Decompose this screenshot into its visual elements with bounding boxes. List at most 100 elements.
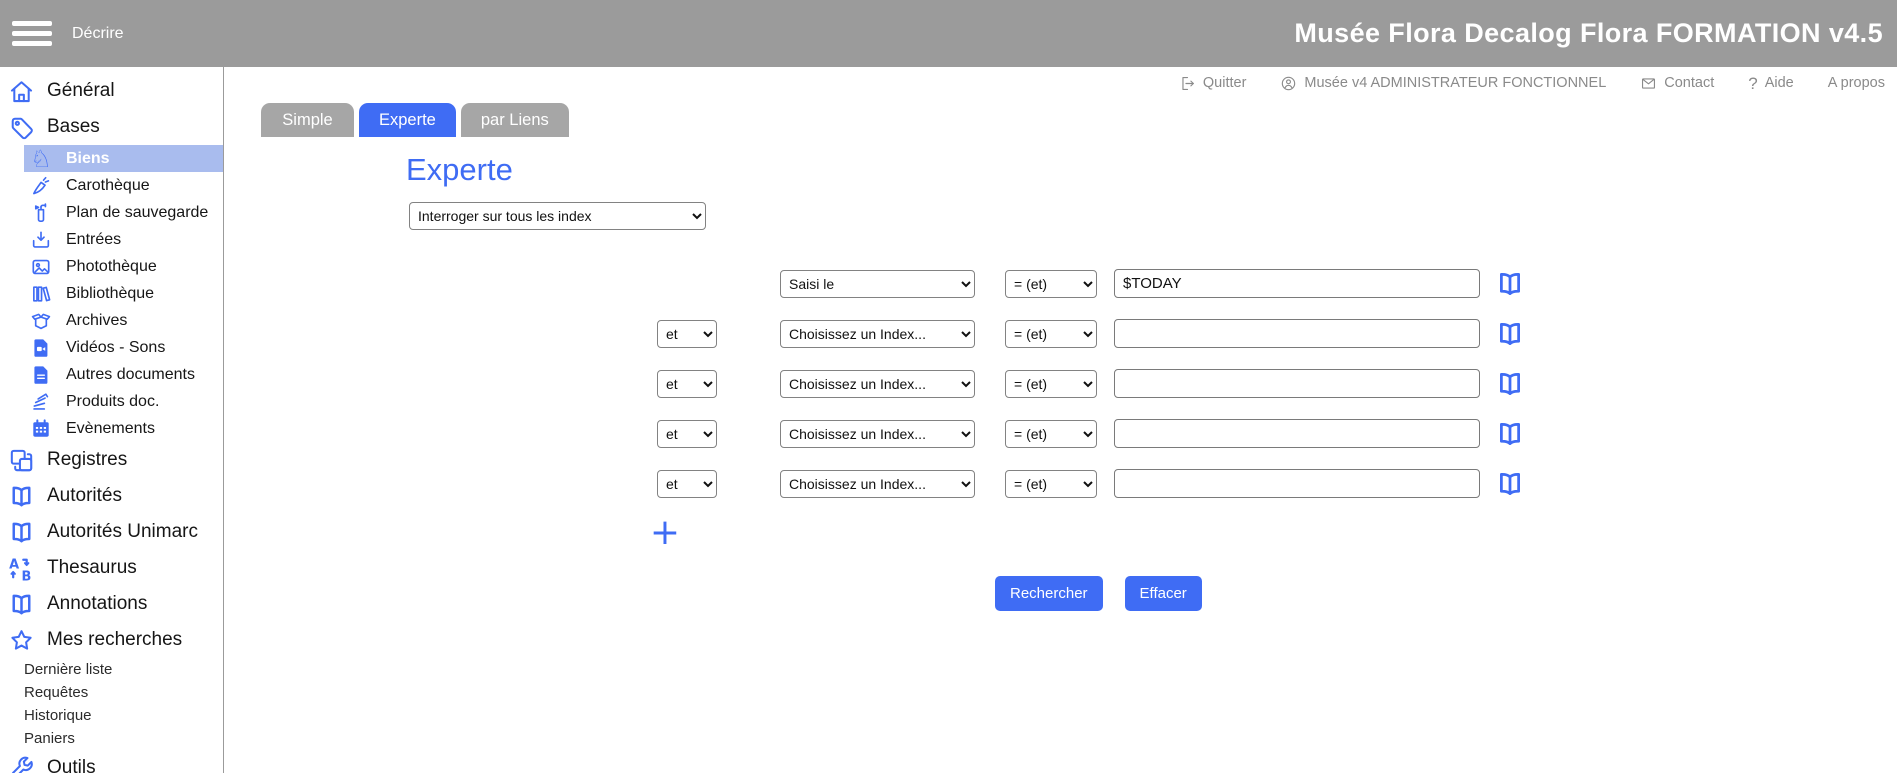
- sidebar-item-label: Carothèque: [66, 177, 150, 195]
- comparison-operator-select[interactable]: = (et): [1005, 270, 1097, 298]
- index-select[interactable]: Saisi le: [780, 270, 975, 298]
- sidebar-item-derniere-liste[interactable]: Dernière liste: [0, 658, 223, 681]
- section-title: Décrire: [72, 25, 124, 43]
- sidebar-item-label: Historique: [24, 707, 92, 724]
- top-toolbar: Quitter Musée v4 ADMINISTRATEUR FONCTION…: [224, 67, 1897, 99]
- sidebar-item-label: Bibliothèque: [66, 285, 154, 303]
- index-browse-book-icon[interactable]: [1495, 419, 1525, 449]
- search-button[interactable]: Rechercher: [995, 576, 1103, 611]
- sidebar-item-registres[interactable]: Registres: [0, 442, 223, 478]
- logout-icon: [1179, 75, 1196, 92]
- calendar-icon: [30, 418, 52, 440]
- index-select[interactable]: Choisissez un Index...: [780, 470, 975, 498]
- criteria-value-input[interactable]: [1114, 469, 1480, 498]
- sidebar-item-autorites-unimarc[interactable]: Autorités Unimarc: [0, 514, 223, 550]
- video-file-icon: [30, 337, 52, 359]
- home-icon: [8, 78, 35, 105]
- sidebar-item-label: Paniers: [24, 730, 75, 747]
- sidebar-item-entrees[interactable]: Entrées: [24, 226, 223, 253]
- svg-text:A: A: [9, 557, 19, 572]
- criteria-value-input[interactable]: [1114, 319, 1480, 348]
- open-book-icon: [8, 483, 35, 510]
- sidebar-item-outils[interactable]: Outils: [0, 750, 223, 773]
- comparison-operator-select[interactable]: = (et): [1005, 320, 1097, 348]
- sidebar-item-label: Evènements: [66, 420, 155, 438]
- sidebar-item-general[interactable]: Général: [0, 73, 223, 109]
- sidebar-item-thesaurus[interactable]: AB Thesaurus: [0, 550, 223, 586]
- comparison-operator-select[interactable]: = (et): [1005, 470, 1097, 498]
- criteria-row: et Choisissez un Index... = (et): [657, 318, 1897, 349]
- sidebar-item-label: Mes recherches: [47, 629, 182, 651]
- sidebar-item-videos-sons[interactable]: Vidéos - Sons: [24, 334, 223, 361]
- bool-operator-select[interactable]: et: [657, 470, 717, 498]
- apropos-link[interactable]: A propos: [1828, 75, 1885, 91]
- quitter-button[interactable]: Quitter: [1179, 75, 1247, 92]
- sidebar-item-label: Thesaurus: [47, 557, 137, 579]
- index-scope-select[interactable]: Interroger sur tous les index: [409, 202, 706, 230]
- open-book-icon: [8, 591, 35, 618]
- sidebar-item-produits-doc[interactable]: Produits doc.: [24, 388, 223, 415]
- bool-cell: et: [657, 420, 717, 448]
- hamburger-menu-icon[interactable]: [12, 21, 52, 46]
- form-actions: Rechercher Effacer: [995, 576, 1897, 611]
- bool-operator-select[interactable]: et: [657, 320, 717, 348]
- sidebar: Général Bases♘Biens Carothèque Plan de sauv…: [0, 67, 224, 773]
- sidebar-item-label: Biens: [66, 150, 110, 168]
- criteria-value-input[interactable]: [1114, 419, 1480, 448]
- criteria-row: et Choisissez un Index... = (et): [657, 418, 1897, 449]
- app-title: Musée Flora Decalog Flora FORMATION v4.5: [1294, 18, 1883, 49]
- contact-link[interactable]: Contact: [1640, 75, 1714, 92]
- criteria-rows: Saisi le = (et) et Choisissez un Index... = …: [224, 268, 1897, 499]
- bool-operator-select[interactable]: et: [657, 370, 717, 398]
- sidebar-item-autres-documents[interactable]: Autres documents: [24, 361, 223, 388]
- index-browse-book-icon[interactable]: [1495, 319, 1525, 349]
- user-menu[interactable]: Musée v4 ADMINISTRATEUR FONCTIONNEL: [1280, 75, 1606, 92]
- photo-icon: [30, 256, 52, 278]
- bool-operator-select[interactable]: et: [657, 420, 717, 448]
- bool-cell: et: [657, 320, 717, 348]
- index-browse-book-icon[interactable]: [1495, 269, 1525, 299]
- sidebar-item-autorites[interactable]: Autorités: [0, 478, 223, 514]
- inbox-download-icon: [30, 229, 52, 251]
- books-icon: [30, 283, 52, 305]
- index-select[interactable]: Choisissez un Index...: [780, 320, 975, 348]
- aide-label: Aide: [1765, 75, 1794, 91]
- criteria-row: et Choisissez un Index... = (et): [657, 368, 1897, 399]
- index-select[interactable]: Choisissez un Index...: [780, 370, 975, 398]
- sidebar-item-biens[interactable]: ♘Biens: [24, 145, 223, 172]
- sidebar-item-plan-de-sauvegarde[interactable]: Plan de sauvegarde: [24, 199, 223, 226]
- criteria-row: et Choisissez un Index... = (et): [657, 468, 1897, 499]
- add-criteria-button[interactable]: +: [648, 518, 682, 548]
- index-select[interactable]: Choisissez un Index...: [780, 420, 975, 448]
- comparison-operator-select[interactable]: = (et): [1005, 420, 1097, 448]
- criteria-value-input[interactable]: [1114, 269, 1480, 298]
- sidebar-item-historique[interactable]: Historique: [0, 704, 223, 727]
- open-book-icon: [8, 519, 35, 546]
- sidebar-item-annotations[interactable]: Annotations: [0, 586, 223, 622]
- sidebar-item-requetes[interactable]: Requêtes: [0, 681, 223, 704]
- sidebar-item-bibliotheque[interactable]: Bibliothèque: [24, 280, 223, 307]
- tab-experte[interactable]: Experte: [359, 103, 456, 137]
- index-browse-book-icon[interactable]: [1495, 369, 1525, 399]
- sidebar-item-label: Outils: [47, 757, 96, 773]
- user-label: Musée v4 ADMINISTRATEUR FONCTIONNEL: [1304, 75, 1606, 91]
- sidebar-item-label: Général: [47, 80, 115, 102]
- sidebar-item-archives[interactable]: Archives: [24, 307, 223, 334]
- sidebar-item-evenements[interactable]: Evènements: [24, 415, 223, 442]
- tab-simple[interactable]: Simple: [261, 103, 354, 137]
- aide-link[interactable]: ? Aide: [1748, 75, 1794, 92]
- sidebar-item-mes-recherches[interactable]: Mes recherches: [0, 622, 223, 658]
- question-icon: ?: [1748, 75, 1757, 92]
- top-header: Décrire Musée Flora Decalog Flora FORMAT…: [0, 0, 1897, 67]
- sidebar-item-paniers[interactable]: Paniers: [0, 727, 223, 750]
- index-browse-book-icon[interactable]: [1495, 469, 1525, 499]
- criteria-value-input[interactable]: [1114, 369, 1480, 398]
- sidebar-item-phototheque[interactable]: Photothèque: [24, 253, 223, 280]
- translate-icon: AB: [8, 555, 35, 582]
- sidebar-item-bases[interactable]: Bases: [0, 109, 223, 145]
- tag-icon: [8, 114, 35, 141]
- comparison-operator-select[interactable]: = (et): [1005, 370, 1097, 398]
- clear-button[interactable]: Effacer: [1125, 576, 1202, 611]
- sidebar-item-carotheque[interactable]: Carothèque: [24, 172, 223, 199]
- tab-par-liens[interactable]: par Liens: [461, 103, 569, 137]
